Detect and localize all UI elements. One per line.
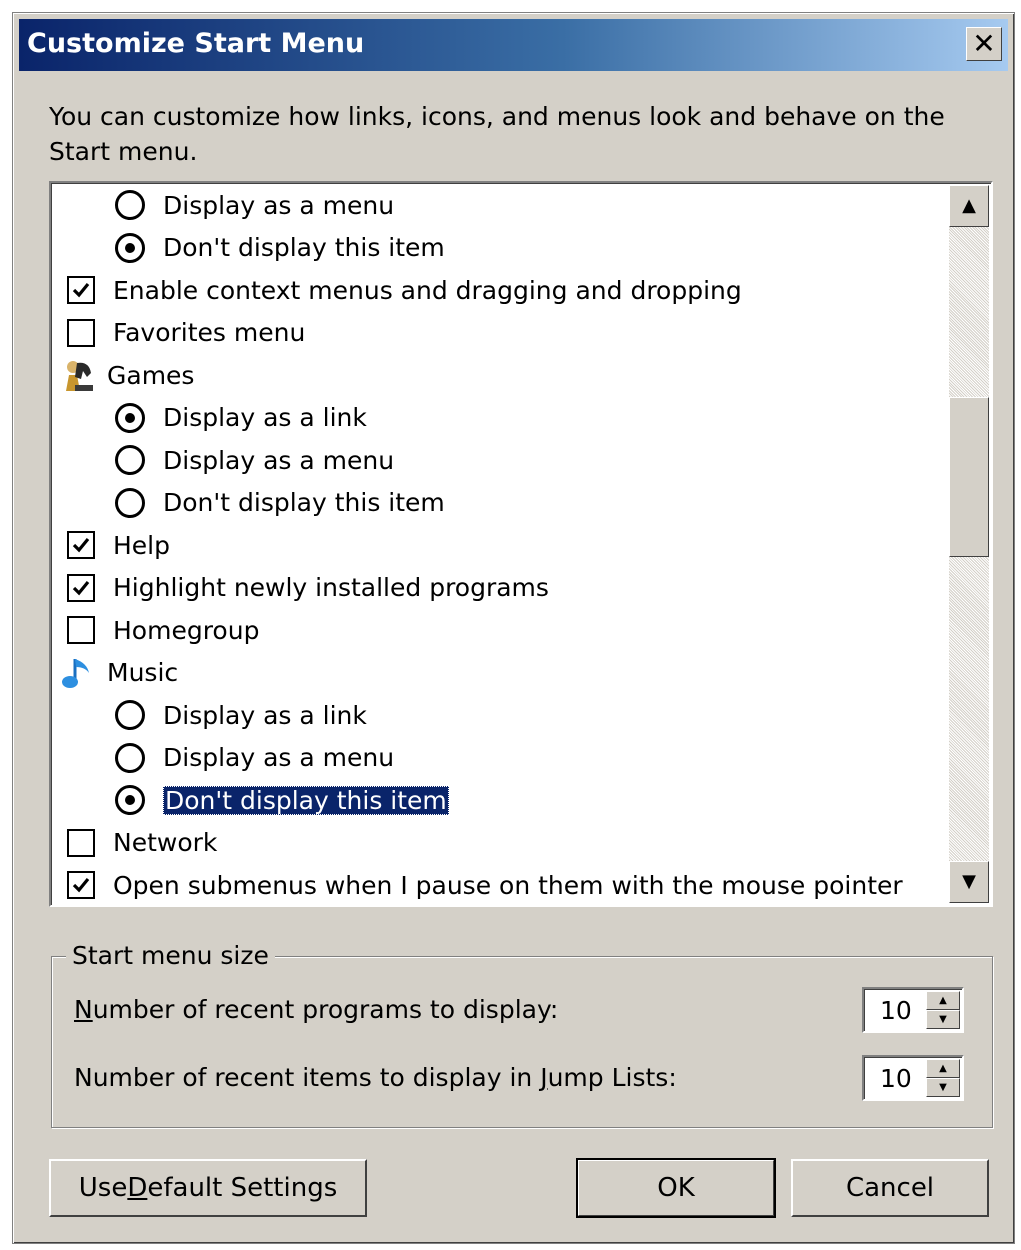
radio-option-don-t-display-this-item[interactable]: Don't display this item bbox=[115, 780, 449, 820]
option-label: Display as a link bbox=[163, 403, 367, 432]
cancel-button[interactable]: Cancel bbox=[791, 1159, 989, 1217]
radio-button[interactable] bbox=[115, 742, 145, 773]
option-label: Display as a link bbox=[163, 700, 367, 730]
recent-items-value[interactable]: 10 bbox=[880, 1064, 912, 1093]
checkbox-option-network[interactable]: Network bbox=[67, 823, 217, 863]
spin-down-icon: ▼ bbox=[939, 1013, 947, 1025]
option-label: Enable context menus and dragging and dr… bbox=[113, 275, 742, 305]
customize-start-menu-dialog: Customize Start Menu ✕ You can customize… bbox=[12, 12, 1015, 1244]
checkbox-option-enable-context-menus-and-dragging-and-dropping[interactable]: Enable context menus and dragging and dr… bbox=[67, 270, 742, 310]
option-label: Homegroup bbox=[113, 615, 260, 645]
option-label: Games bbox=[107, 360, 195, 390]
option-label: Highlight newly installed programs bbox=[113, 573, 549, 602]
checkbox[interactable] bbox=[67, 573, 95, 602]
checkmark-icon bbox=[72, 580, 90, 595]
spin-up-icon: ▲ bbox=[939, 994, 947, 1006]
group-header-games: Games bbox=[61, 355, 194, 395]
radio-selected-dot bbox=[125, 795, 135, 805]
close-button[interactable]: ✕ bbox=[966, 27, 1002, 61]
radio-selected-dot bbox=[125, 242, 135, 253]
option-label: Display as a menu bbox=[163, 445, 395, 475]
option-label: Open submenus when I pause on them with … bbox=[113, 870, 903, 900]
checkbox-option-homegroup[interactable]: Homegroup bbox=[67, 610, 259, 650]
radio-option-display-as-a-menu[interactable]: Display as a menu bbox=[115, 738, 394, 778]
checkbox-option-open-submenus-when-i-pause-on-them-with-the-mouse-pointer[interactable]: Open submenus when I pause on them with … bbox=[67, 865, 903, 905]
games-chess-icon bbox=[61, 357, 95, 393]
checkmark-icon bbox=[72, 282, 90, 298]
checkmark-icon bbox=[72, 537, 90, 553]
checkbox[interactable] bbox=[67, 616, 95, 644]
option-label: Don't display this item bbox=[163, 488, 445, 517]
checkbox[interactable] bbox=[67, 871, 95, 899]
recent-items-spinner[interactable]: 10 ▲ ▼ bbox=[862, 1055, 964, 1101]
option-label: Favorites menu bbox=[113, 318, 306, 347]
radio-option-display-as-a-link[interactable]: Display as a link bbox=[115, 695, 367, 735]
radio-button[interactable] bbox=[115, 700, 145, 730]
spin-down-button[interactable]: ▼ bbox=[926, 1078, 960, 1097]
radio-button[interactable] bbox=[115, 445, 145, 475]
recent-items-label: Number of recent items to display in Jum… bbox=[74, 1063, 677, 1092]
option-label: Don't display this item bbox=[163, 785, 449, 815]
checkbox[interactable] bbox=[67, 828, 95, 857]
option-label: Help bbox=[113, 530, 170, 560]
spin-down-button[interactable]: ▼ bbox=[926, 1010, 960, 1029]
spin-up-icon: ▲ bbox=[939, 1062, 947, 1074]
scroll-up-button[interactable]: ▲ bbox=[949, 185, 989, 227]
checkbox[interactable] bbox=[67, 318, 95, 347]
vertical-scrollbar[interactable]: ▲ ▼ bbox=[949, 185, 989, 903]
spin-up-button[interactable]: ▲ bbox=[926, 1059, 960, 1078]
radio-option-display-as-a-menu[interactable]: Display as a menu bbox=[115, 185, 394, 225]
option-label: Music bbox=[107, 658, 179, 687]
scroll-thumb[interactable] bbox=[949, 397, 989, 557]
radio-button[interactable] bbox=[115, 402, 145, 433]
label-text: ump Lists: bbox=[547, 1063, 677, 1092]
accelerator-key: D bbox=[127, 1173, 148, 1203]
accelerator-key: N bbox=[74, 995, 93, 1024]
arrow-up-icon: ▲ bbox=[962, 195, 976, 216]
checkmark-icon bbox=[72, 877, 90, 893]
start-menu-options-list[interactable]: Display as a menu Don't display this item… bbox=[49, 181, 993, 907]
use-default-settings-button[interactable]: Use Default Settings bbox=[49, 1159, 367, 1217]
checkbox[interactable] bbox=[67, 276, 95, 304]
checkbox-option-favorites-menu[interactable]: Favorites menu bbox=[67, 313, 305, 353]
option-label: Don't display this item bbox=[163, 233, 445, 262]
checkbox-option-highlight-newly-installed-programs[interactable]: Highlight newly installed programs bbox=[67, 568, 549, 608]
label-text: Number of recent items to display in bbox=[74, 1063, 541, 1092]
intro-text: You can customize how links, icons, and … bbox=[49, 102, 945, 166]
option-label: Display as a menu bbox=[163, 743, 395, 772]
group-header-music: Music bbox=[61, 653, 178, 693]
accelerator-key: J bbox=[540, 1063, 548, 1092]
start-menu-size-group: Start menu size Number of recent program… bbox=[51, 941, 993, 1128]
radio-option-don-t-display-this-item[interactable]: Don't display this item bbox=[115, 483, 445, 523]
spin-up-button[interactable]: ▲ bbox=[926, 991, 960, 1010]
ok-button[interactable]: OK bbox=[576, 1158, 776, 1218]
radio-option-don-t-display-this-item[interactable]: Don't display this item bbox=[115, 228, 445, 268]
music-note-icon bbox=[61, 655, 95, 691]
button-text: efault Settings bbox=[147, 1173, 338, 1203]
button-text: Use bbox=[78, 1173, 128, 1203]
checkbox-option-help[interactable]: Help bbox=[67, 525, 170, 565]
radio-option-display-as-a-menu[interactable]: Display as a menu bbox=[115, 440, 394, 480]
recent-programs-label: Number of recent programs to display: bbox=[74, 995, 558, 1024]
title-bar[interactable]: Customize Start Menu ✕ bbox=[19, 19, 1008, 71]
close-icon: ✕ bbox=[972, 27, 996, 60]
recent-programs-spinner[interactable]: 10 ▲ ▼ bbox=[862, 987, 964, 1033]
spin-down-icon: ▼ bbox=[939, 1081, 947, 1093]
radio-button[interactable] bbox=[115, 487, 145, 518]
radio-option-display-as-a-link[interactable]: Display as a link bbox=[115, 398, 367, 438]
radio-button[interactable] bbox=[115, 190, 145, 220]
radio-button[interactable] bbox=[115, 232, 145, 263]
radio-button[interactable] bbox=[115, 785, 145, 815]
scroll-down-button[interactable]: ▼ bbox=[949, 861, 989, 903]
window-title: Customize Start Menu bbox=[27, 28, 365, 59]
label-text: umber of recent programs to display: bbox=[92, 995, 559, 1024]
group-legend: Start menu size bbox=[66, 941, 275, 970]
option-label: Network bbox=[113, 828, 218, 857]
checkbox[interactable] bbox=[67, 531, 95, 559]
recent-programs-value[interactable]: 10 bbox=[880, 996, 912, 1025]
arrow-down-icon: ▼ bbox=[962, 871, 976, 892]
radio-selected-dot bbox=[125, 412, 135, 423]
option-label: Display as a menu bbox=[163, 190, 395, 220]
